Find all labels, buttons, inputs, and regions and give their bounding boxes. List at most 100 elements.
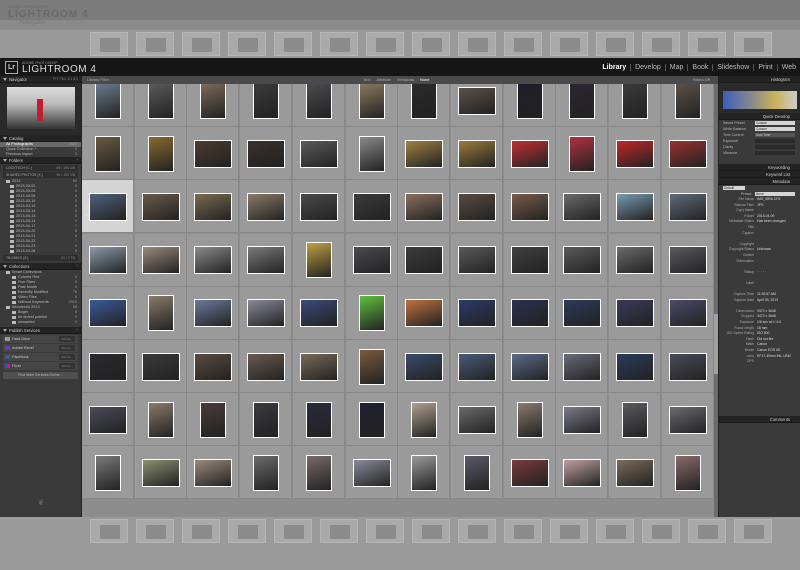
thumbnail-cell[interactable]: [503, 84, 556, 127]
thumbnail-cell[interactable]: [292, 393, 345, 447]
thumbnail-cell[interactable]: [240, 233, 293, 287]
thumbnail-cell[interactable]: [345, 340, 398, 393]
thumbnail-cell[interactable]: [134, 127, 187, 181]
thumbnail-cell[interactable]: [292, 286, 345, 340]
thumbnail-cell[interactable]: [292, 340, 345, 393]
thumbnail-cell[interactable]: [82, 446, 134, 500]
thumbnail-cell[interactable]: [134, 446, 187, 500]
thumbnail-cell[interactable]: [134, 393, 187, 447]
thumbnail-cell[interactable]: [82, 233, 134, 287]
thumbnail-cell[interactable]: [398, 340, 451, 393]
thumbnail-cell[interactable]: [187, 233, 240, 287]
thumbnail-cell[interactable]: [609, 446, 661, 500]
thumbnail-cell[interactable]: [398, 233, 451, 287]
thumbnail-cell[interactable]: [609, 286, 661, 340]
thumbnail-cell[interactable]: [609, 180, 661, 234]
thumbnail-cell[interactable]: [187, 180, 240, 234]
setup-button[interactable]: Set Up...: [59, 354, 75, 360]
thumbnail-cell[interactable]: [292, 180, 345, 234]
volume-header[interactable]: LOCKTECH (C:) 69 / 100 GB: [3, 165, 78, 171]
thumbnail-cell[interactable]: [398, 180, 451, 234]
folder-item[interactable]: 2013-04-28 9: [0, 249, 81, 254]
publish-adobe-revel[interactable]: Adobe Revel Set Up...: [3, 344, 78, 352]
module-slideshow[interactable]: Slideshow: [712, 64, 753, 71]
thumbnail-cell[interactable]: [661, 340, 714, 393]
thumbnail-cell[interactable]: [345, 127, 398, 181]
thumbnail-cell[interactable]: [609, 84, 661, 127]
thumbnail-cell[interactable]: [240, 180, 293, 234]
thumbnail-cell[interactable]: [556, 127, 609, 181]
thumbnail-cell[interactable]: [82, 393, 134, 447]
thumbnail-cell[interactable]: [345, 180, 398, 234]
volume-header[interactable]: SHARED PHOTOS (X:) 90 / 150 GB: [3, 172, 78, 178]
module-map[interactable]: Map: [664, 64, 688, 71]
white-balance-dropdown[interactable]: Custom: [755, 127, 795, 131]
publish-hard-drive[interactable]: Hard Drive Set Up...: [3, 335, 78, 343]
module-develop[interactable]: Develop: [630, 64, 665, 71]
thumbnail-cell[interactable]: [556, 393, 609, 447]
thumbnail-cell[interactable]: [292, 84, 345, 127]
thumbnail-cell[interactable]: [398, 446, 451, 500]
histogram-header[interactable]: Histogram: [719, 76, 800, 83]
filters-off-toggle[interactable]: Filters Off: [693, 76, 710, 84]
add-service-icon[interactable]: +: [76, 327, 78, 334]
thumbnail-cell[interactable]: [503, 286, 556, 340]
setup-button[interactable]: Set Up...: [59, 336, 75, 342]
thumbnail-cell[interactable]: [556, 233, 609, 287]
thumbnail-cell[interactable]: [345, 286, 398, 340]
thumbnail-cell[interactable]: [345, 84, 398, 127]
navigator-zoom-options[interactable]: FIT FILL 1:1 3:1: [53, 76, 78, 83]
exposure-stepper[interactable]: [755, 139, 795, 143]
thumbnail-cell[interactable]: [450, 84, 503, 127]
thumbnail-cell[interactable]: [187, 340, 240, 393]
add-folder-icon[interactable]: +: [76, 157, 78, 164]
keywording-header[interactable]: Keywording: [719, 164, 800, 171]
thumbnail-cell[interactable]: [187, 84, 240, 127]
thumbnail-cell[interactable]: [609, 340, 661, 393]
thumbnail-cell[interactable]: [345, 446, 398, 500]
collection-item[interactable]: unwanted 9: [0, 320, 81, 325]
thumbnail-cell[interactable]: [134, 84, 187, 127]
quick-develop-header[interactable]: Quick Develop: [719, 113, 800, 120]
thumbnail-cell[interactable]: 2694: [82, 180, 134, 234]
thumbnail-cell[interactable]: [450, 127, 503, 181]
thumbnail-cell[interactable]: [450, 286, 503, 340]
thumbnail-cell[interactable]: [661, 233, 714, 287]
module-web[interactable]: Web: [776, 64, 800, 71]
publish-services-header[interactable]: Publish Services +: [0, 327, 81, 334]
thumbnail-cell[interactable]: [398, 286, 451, 340]
find-more-services-button[interactable]: Find More Services Online...: [3, 372, 78, 379]
thumbnail-cell[interactable]: [450, 180, 503, 234]
publish-facebook[interactable]: Facebook Set Up...: [3, 353, 78, 361]
thumbnail-cell[interactable]: [609, 127, 661, 181]
thumbnail-cell[interactable]: [292, 127, 345, 181]
thumbnail-cell[interactable]: [187, 286, 240, 340]
thumbnail-cell[interactable]: [345, 393, 398, 447]
catalog-header[interactable]: Catalog: [0, 135, 81, 142]
thumbnail-cell[interactable]: [503, 233, 556, 287]
metadata-view-dropdown[interactable]: Default: [723, 186, 745, 190]
thumbnail-cell[interactable]: [503, 340, 556, 393]
thumbnail-cell[interactable]: [398, 393, 451, 447]
thumbnail-cell[interactable]: [450, 233, 503, 287]
thumbnail-cell[interactable]: [398, 84, 451, 127]
setup-button[interactable]: Set Up...: [59, 345, 75, 351]
volume-header[interactable]: TB DISKS (Z:) 20 / 2 TB: [3, 255, 78, 261]
thumbnail-cell[interactable]: [240, 84, 293, 127]
filter-attribute[interactable]: Attribute: [373, 76, 394, 84]
thumbnail-cell[interactable]: [661, 180, 714, 234]
thumbnail-cell[interactable]: [187, 446, 240, 500]
thumbnail-cell[interactable]: [134, 340, 187, 393]
thumbnail-cell[interactable]: [240, 286, 293, 340]
filter-metadata[interactable]: Metadata: [394, 76, 417, 84]
filter-none[interactable]: None: [417, 76, 433, 84]
comments-header[interactable]: Comments: [719, 416, 800, 423]
module-library[interactable]: Library: [598, 64, 630, 71]
thumbnail-cell[interactable]: [661, 84, 714, 127]
thumbnail-cell[interactable]: [661, 127, 714, 181]
thumbnail-cell[interactable]: [134, 180, 187, 234]
folders-header[interactable]: Folders +: [0, 157, 81, 164]
thumbnail-cell[interactable]: [292, 233, 345, 287]
thumbnail-cell[interactable]: [240, 127, 293, 181]
thumbnail-cell[interactable]: [240, 446, 293, 500]
